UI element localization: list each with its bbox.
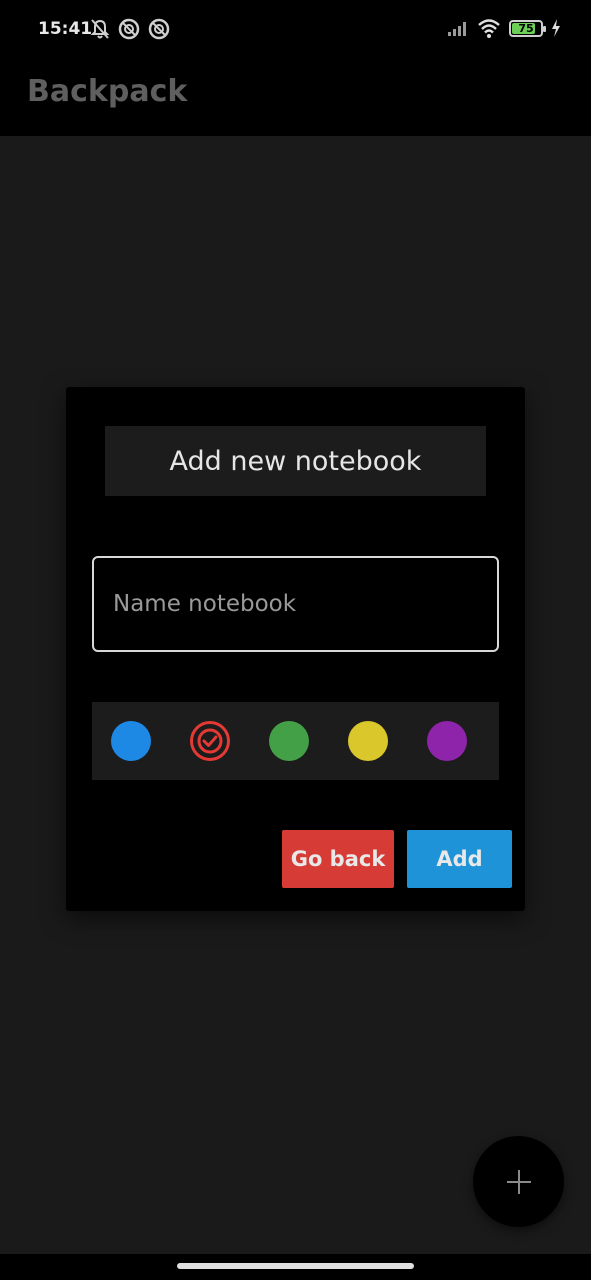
color-swatch-red[interactable] (190, 721, 230, 761)
app-bar: Backpack (0, 60, 591, 136)
battery-icon: 75 (509, 19, 546, 37)
sync-icon (118, 18, 140, 40)
notebook-name-input[interactable] (92, 556, 499, 652)
notification-icons (90, 18, 170, 40)
wifi-icon (478, 19, 500, 38)
app-title: Backpack (27, 74, 188, 109)
color-swatch-yellow[interactable] (348, 721, 388, 761)
go-back-button[interactable]: Go back (282, 830, 394, 888)
dialog-title: Add new notebook (169, 445, 422, 477)
bell-off-icon (90, 19, 110, 39)
home-indicator[interactable] (177, 1263, 414, 1269)
color-picker (92, 702, 499, 780)
dialog-header: Add new notebook (105, 426, 486, 496)
check-circle-icon (197, 728, 223, 754)
signal-icon (448, 22, 466, 36)
add-notebook-dialog: Add new notebook Go back Add (66, 387, 525, 911)
sync-icon (148, 18, 170, 40)
battery-level: 75 (518, 21, 534, 35)
system-icons: 75 (447, 18, 561, 38)
status-time: 15:41 (38, 19, 93, 39)
color-swatch-green[interactable] (269, 721, 309, 761)
status-bar: 15:41 75 (0, 0, 591, 60)
plus-icon (506, 1169, 531, 1194)
charging-icon (552, 19, 560, 37)
color-swatch-purple[interactable] (427, 721, 467, 761)
add-notebook-fab[interactable] (473, 1136, 564, 1227)
navigation-bar (0, 1254, 591, 1280)
color-swatch-blue[interactable] (111, 721, 151, 761)
add-button[interactable]: Add (407, 830, 512, 888)
